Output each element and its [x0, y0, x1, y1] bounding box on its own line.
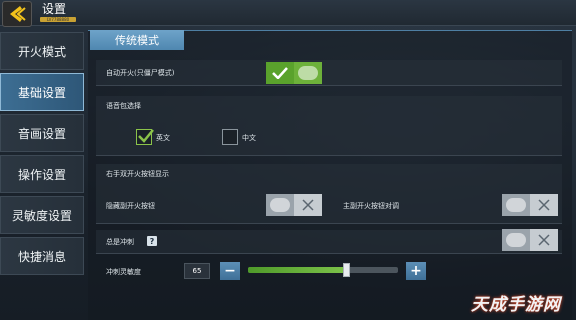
slider-fill	[248, 267, 346, 273]
english-option-label: 英文	[156, 134, 170, 142]
sidebar-item-basic-settings[interactable]: 基础设置	[0, 73, 84, 111]
page-title: 设置	[42, 2, 67, 16]
always-sprint-row	[96, 230, 562, 254]
toggle-knob	[266, 194, 294, 216]
sidebar-item-quick-messages[interactable]: 快捷消息	[0, 237, 84, 275]
check-icon	[266, 62, 294, 84]
sensitivity-slider[interactable]	[248, 263, 398, 277]
sensitivity-decrease-button[interactable]: −	[220, 262, 240, 280]
sprint-sensitivity-label: 冲刺灵敏度	[106, 268, 141, 276]
chinese-checkbox[interactable]	[222, 129, 238, 145]
sidebar-item-label: 操作设置	[17, 167, 66, 182]
sidebar: 开火模式 基础设置 音画设置 操作设置 灵敏度设置 快捷消息	[0, 28, 84, 320]
sidebar-item-controls[interactable]: 操作设置	[0, 155, 84, 193]
sidebar-item-audio-video[interactable]: 音画设置	[0, 114, 84, 152]
toggle-knob	[294, 62, 322, 84]
always-sprint-toggle[interactable]	[502, 229, 558, 251]
tab-traditional-mode[interactable]: 传统模式	[90, 30, 184, 50]
close-icon	[530, 194, 558, 216]
hide-secondary-label: 隐藏副开火按钮	[106, 202, 155, 210]
swap-fire-toggle[interactable]	[502, 194, 558, 216]
sensitivity-increase-button[interactable]: +	[406, 262, 426, 280]
top-bar: 设置 LV7788880	[0, 0, 576, 27]
back-button[interactable]	[2, 1, 32, 27]
level-badge: LV7788880	[40, 17, 76, 22]
close-icon	[294, 194, 322, 216]
back-arrow-icon	[10, 6, 26, 22]
hide-secondary-toggle[interactable]	[266, 194, 322, 216]
sidebar-item-sensitivity[interactable]: 灵敏度设置	[0, 196, 84, 234]
english-checkbox[interactable]	[136, 129, 154, 145]
always-sprint-label: 总是冲刺	[106, 238, 134, 246]
swap-fire-label: 主副开火按钮对调	[343, 202, 399, 210]
toggle-knob	[502, 194, 530, 216]
watermark: 天成手游网	[471, 294, 561, 315]
sidebar-item-label: 灵敏度设置	[11, 208, 72, 223]
right-fire-section-label: 右手双开火按钮显示	[106, 170, 169, 178]
auto-fire-toggle[interactable]	[266, 62, 322, 84]
auto-fire-label: 自动开火(只僵尸模式)	[106, 69, 175, 77]
help-icon[interactable]: ?	[147, 236, 157, 246]
check-icon	[138, 129, 154, 143]
sidebar-item-label: 快捷消息	[17, 249, 66, 264]
toggle-knob	[502, 229, 530, 251]
sidebar-item-label: 音画设置	[17, 126, 66, 141]
sidebar-item-label: 开火模式	[17, 44, 66, 59]
sensitivity-value: 65	[184, 263, 210, 279]
voice-pack-row	[96, 96, 562, 156]
chinese-option-label: 中文	[242, 134, 256, 142]
slider-thumb[interactable]	[343, 263, 350, 277]
sidebar-item-label: 基础设置	[17, 85, 66, 100]
sidebar-item-fire-mode[interactable]: 开火模式	[0, 32, 84, 70]
voice-pack-label: 语音包选择	[106, 102, 141, 110]
close-icon	[530, 229, 558, 251]
